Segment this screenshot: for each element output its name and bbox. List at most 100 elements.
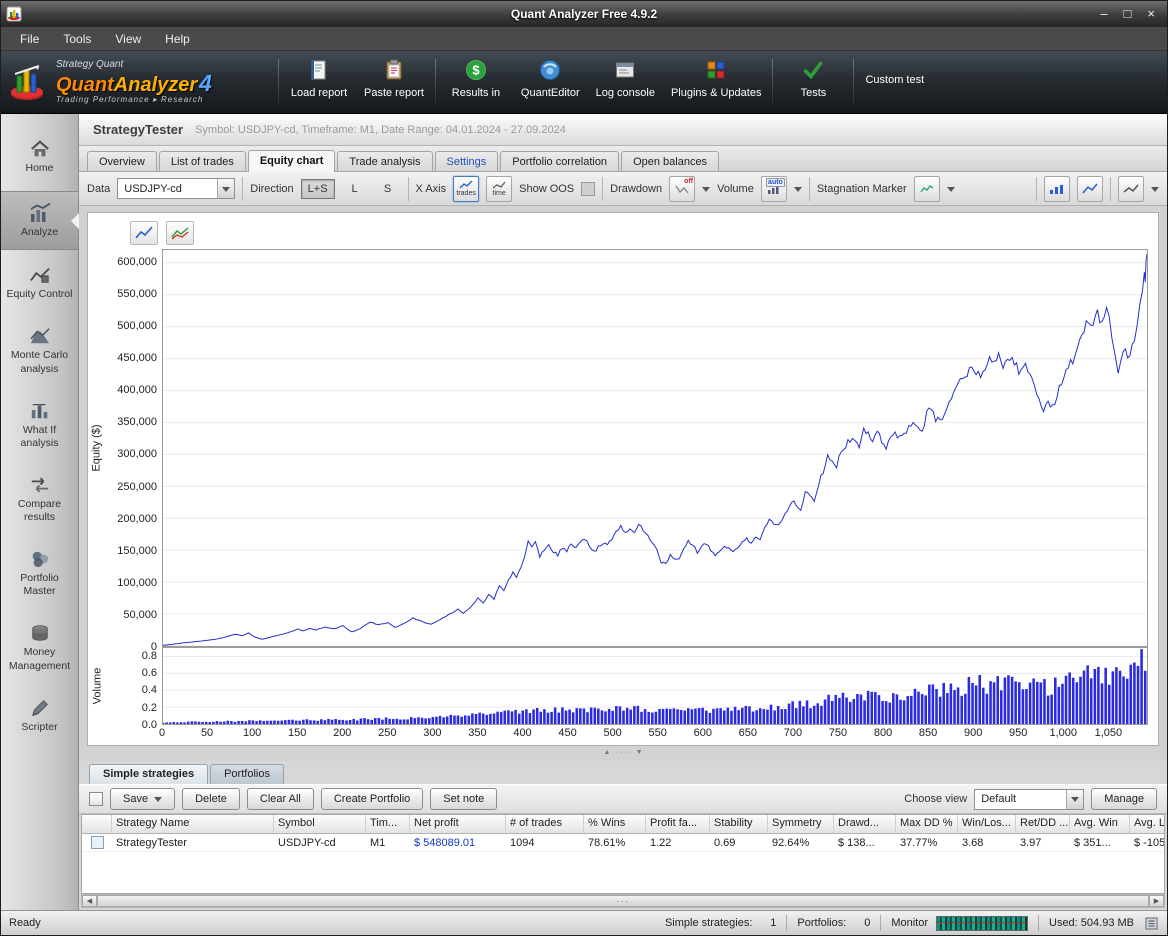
clear-all-button[interactable]: Clear All	[246, 788, 314, 810]
monte-carlo-icon	[29, 328, 50, 344]
manage-button[interactable]: Manage	[1091, 788, 1157, 810]
xaxis-trades-button[interactable]: trades	[453, 175, 480, 202]
minimize-button[interactable]: –	[1100, 1, 1107, 27]
scrollbar-thumb[interactable]: ∙∙∙	[97, 895, 1149, 907]
direction-long-short-button[interactable]: L+S	[300, 178, 335, 199]
x-axis-tick: 50	[200, 727, 214, 739]
set-note-button[interactable]: Set note	[430, 788, 498, 810]
save-button[interactable]: Save	[110, 788, 176, 810]
x-axis-tick: 0	[158, 727, 166, 739]
column-stability[interactable]: Stability	[710, 815, 768, 833]
brand-logo-icon	[11, 65, 43, 100]
column-max-dd[interactable]: Max DD %	[896, 815, 958, 833]
chart-type-button[interactable]	[1118, 175, 1144, 202]
save-dropdown-arrow[interactable]	[154, 797, 163, 806]
row-checkbox[interactable]	[90, 836, 104, 849]
line-view-button[interactable]	[1077, 175, 1103, 202]
sidebar-item-monte-carlo[interactable]: Monte Carlo analysis	[1, 317, 78, 385]
x-axis-tick: 250	[378, 727, 397, 739]
sidebar-item-equity-control[interactable]: Equity Control	[1, 256, 78, 311]
scroll-right-arrow[interactable]: ▶	[1149, 895, 1164, 907]
tests-button[interactable]: Tests	[776, 51, 850, 113]
choose-view-label: Choose view	[904, 793, 968, 805]
sidebar-item-home[interactable]: Home	[1, 130, 78, 185]
plugins-updates-button[interactable]: Plugins & Updates	[663, 51, 770, 113]
tab-settings[interactable]: Settings	[434, 151, 499, 171]
tab-simple-strategies[interactable]: Simple strategies	[89, 764, 209, 784]
custom-test-button[interactable]: Custom test	[857, 51, 932, 113]
column-strategy-name[interactable]: Strategy Name	[112, 815, 274, 833]
sidebar-item-compare-results[interactable]: Compare results	[1, 466, 78, 534]
chevron-down-icon[interactable]	[217, 179, 235, 198]
tab-equity-chart[interactable]: Equity chart	[247, 150, 336, 172]
sidebar-item-money-management[interactable]: Money Management	[1, 614, 78, 682]
quanteditor-button[interactable]: QuantEditor	[513, 51, 588, 113]
load-report-button[interactable]: Load report	[282, 51, 356, 113]
table-row[interactable]: StrategyTester USDJPY-cd M1 $ 548089.01 …	[82, 834, 1164, 852]
drawdown-dropdown-arrow[interactable]	[702, 186, 711, 196]
splitter-down-icon[interactable]: ▼	[636, 749, 643, 756]
scroll-left-arrow[interactable]: ◀	[82, 895, 97, 907]
column-drawdown[interactable]: Drawd...	[834, 815, 896, 833]
menu-tools[interactable]: Tools	[52, 29, 102, 49]
column-profit-factor[interactable]: Profit fa...	[646, 815, 710, 833]
column-timeframe[interactable]: Tim...	[366, 815, 410, 833]
histogram-view-button[interactable]	[1044, 175, 1070, 202]
tab-overview[interactable]: Overview	[87, 151, 157, 171]
column-avg-win[interactable]: Avg. Win	[1070, 815, 1130, 833]
column-ret-dd[interactable]: Ret/DD ...	[1016, 815, 1070, 833]
splitter-pager[interactable]: ▲ · · · · ▼	[79, 746, 1167, 759]
chart-type-dropdown-arrow[interactable]	[1151, 186, 1159, 196]
tab-list-of-trades[interactable]: List of trades	[158, 151, 246, 171]
close-button[interactable]: ×	[1147, 1, 1155, 27]
column-symmetry[interactable]: Symmetry	[768, 815, 834, 833]
menu-help[interactable]: Help	[154, 29, 201, 49]
multi-series-chart-button[interactable]	[166, 221, 194, 245]
stagnation-marker-button[interactable]	[913, 175, 940, 202]
chevron-down-icon[interactable]	[1066, 789, 1084, 809]
tab-portfolio-correlation[interactable]: Portfolio correlation	[500, 151, 620, 171]
sidebar-item-portfolio-master[interactable]: Portfolio Master	[1, 540, 78, 608]
tab-portfolios[interactable]: Portfolios	[210, 764, 284, 784]
menu-view[interactable]: View	[104, 29, 152, 49]
equity-plot[interactable]	[162, 249, 1148, 647]
tab-trade-analysis[interactable]: Trade analysis	[337, 151, 433, 171]
column-avg-loss[interactable]: Avg. Los...	[1130, 815, 1164, 833]
memory-bin-icon[interactable]	[1144, 916, 1159, 931]
direction-short-button[interactable]: S	[375, 179, 401, 199]
volume-dropdown-arrow[interactable]	[793, 186, 802, 196]
create-portfolio-button[interactable]: Create Portfolio	[320, 788, 424, 810]
splitter-up-icon[interactable]: ▲	[603, 749, 610, 756]
maximize-button[interactable]: □	[1124, 1, 1132, 27]
results-in-button[interactable]: $ Results in	[439, 51, 513, 113]
menu-file[interactable]: File	[9, 29, 50, 49]
equity-ytick: 400,000	[117, 384, 157, 397]
show-oos-checkbox[interactable]	[581, 181, 596, 196]
sidebar-item-what-if[interactable]: What If analysis	[1, 392, 78, 460]
stagnation-dropdown-arrow[interactable]	[946, 186, 955, 196]
column-pct-wins[interactable]: % Wins	[584, 815, 646, 833]
paste-report-button[interactable]: Paste report	[356, 51, 432, 113]
sidebar-item-scripter[interactable]: Scripter	[1, 689, 78, 744]
sidebar-item-label: Scripter	[21, 720, 58, 733]
select-all-checkbox[interactable]	[89, 792, 103, 806]
column-win-loss[interactable]: Win/Los...	[958, 815, 1016, 833]
drawdown-button[interactable]: off	[669, 175, 696, 202]
column-symbol[interactable]: Symbol	[274, 815, 366, 833]
xaxis-time-button[interactable]: time	[486, 175, 513, 202]
volume-plot[interactable]	[162, 647, 1148, 725]
data-combobox[interactable]: USDJPY-cd	[117, 178, 236, 199]
direction-long-button[interactable]: L	[342, 179, 368, 199]
equity-line-chart-button[interactable]	[130, 221, 158, 245]
sidebar-item-analyze[interactable]: Analyze	[1, 191, 79, 251]
tab-open-balances[interactable]: Open balances	[621, 151, 720, 171]
log-console-button[interactable]: Log console	[588, 51, 663, 113]
column-num-trades[interactable]: # of trades	[506, 815, 584, 833]
delete-button[interactable]: Delete	[182, 788, 240, 810]
table-header: Strategy Name Symbol Tim... Net profit #…	[82, 815, 1164, 834]
horizontal-scrollbar[interactable]: ◀ ∙∙∙ ▶	[81, 894, 1165, 908]
column-net-profit[interactable]: Net profit	[410, 815, 506, 833]
choose-view-value: Default	[981, 793, 1017, 805]
volume-button[interactable]: auto	[760, 175, 787, 202]
choose-view-combobox[interactable]: Default	[974, 788, 1085, 810]
